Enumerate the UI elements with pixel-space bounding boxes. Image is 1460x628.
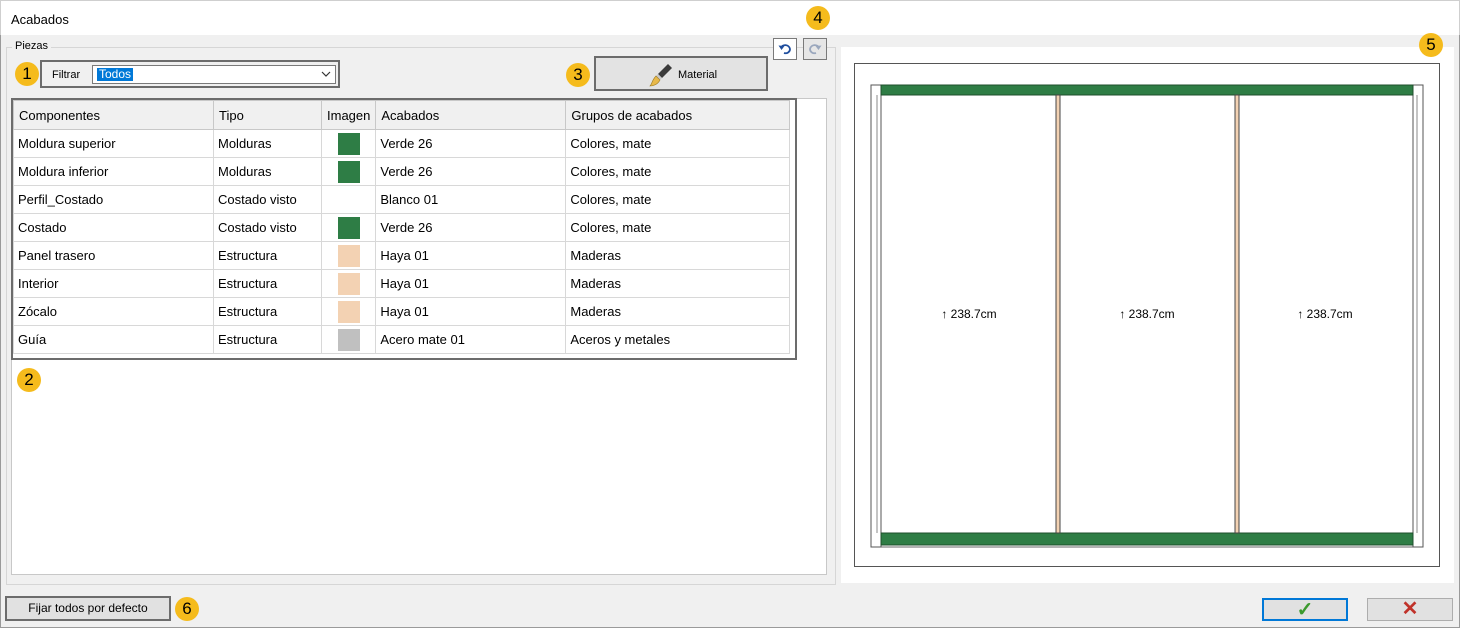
finish-group-cell: Maderas [565,297,791,326]
finish-group-cell: Colores, mate [565,213,791,242]
callout-badge-6: 6 [175,597,199,621]
type-cell: Costado visto [213,213,322,242]
table-row[interactable]: Zócalo Estructura Haya 01 Maderas [13,297,791,326]
column-header[interactable]: Grupos de acabados [565,100,791,130]
image-cell [320,297,377,326]
dimension-label: ↑ 238.7cm [1119,307,1174,321]
divider-right [1234,94,1240,534]
filter-box: Filtrar Todos [40,60,340,88]
finish-group-cell: Colores, mate [565,185,791,214]
table-row[interactable]: Costado Costado visto Verde 26 Colores, … [13,213,791,242]
divider-left [1055,94,1061,534]
component-cell: Moldura superior [13,129,214,158]
component-cell: Interior [13,269,214,298]
filter-label: Filtrar [52,69,81,81]
finish-cell[interactable]: Blanco 01 [375,185,567,214]
type-cell: Molduras [213,157,322,186]
image-cell [320,213,377,242]
undo-icon [778,44,791,55]
column-header[interactable]: Tipo [213,100,322,130]
material-button-label: Material [678,69,718,81]
finish-swatch [337,300,360,323]
finish-group-cell: Maderas [565,241,791,270]
pieces-group-label: Piezas [12,40,52,52]
finish-cell[interactable]: Haya 01 [375,269,567,298]
paintbrush-icon [649,64,672,87]
finish-cell[interactable]: Verde 26 [375,213,567,242]
image-cell [320,185,377,214]
dimension-label: ↑ 238.7cm [1297,307,1352,321]
set-all-defaults-button[interactable]: Fijar todos por defecto [5,596,171,621]
column-header[interactable]: Imagen [320,100,377,130]
finish-swatch [337,328,360,351]
column-header[interactable]: Acabados [375,100,567,130]
furniture-preview[interactable]: ↑ 238.7cm ↑ 238.7cm ↑ 238.7cm [841,47,1454,583]
callout-badge-3: 3 [566,63,590,87]
image-cell [320,129,377,158]
left-side-panel [870,84,882,548]
ok-button[interactable]: ✓ [1262,598,1348,621]
undo-button[interactable] [773,38,797,60]
table-row[interactable]: Moldura inferior Molduras Verde 26 Color… [13,157,791,186]
type-cell: Estructura [213,297,322,326]
type-cell: Costado visto [213,185,322,214]
finish-group-cell: Aceros y metales [565,325,791,354]
type-cell: Molduras [213,129,322,158]
image-cell [320,157,377,186]
material-button[interactable]: Material [594,56,768,91]
component-cell: Moldura inferior [13,157,214,186]
finish-cell[interactable]: Verde 26 [375,157,567,186]
component-cell: Costado [13,213,214,242]
redo-icon [809,44,822,55]
callout-badge-1: 1 [15,62,39,86]
callout-badge-2: 2 [17,368,41,392]
filter-dropdown[interactable]: Todos [92,65,336,84]
finish-cell[interactable]: Verde 26 [375,129,567,158]
table-header-row: Componentes Tipo Imagen Acabados Grupos … [13,100,791,130]
finish-swatch [337,216,360,239]
finish-group-cell: Colores, mate [565,157,791,186]
table-row[interactable]: Panel trasero Estructura Haya 01 Maderas [13,241,791,270]
finish-cell[interactable]: Haya 01 [375,241,567,270]
finish-swatch [337,160,360,183]
table-row[interactable]: Interior Estructura Haya 01 Maderas [13,269,791,298]
finish-cell[interactable]: Haya 01 [375,297,567,326]
filter-selected-value: Todos [97,67,134,81]
component-cell: Zócalo [13,297,214,326]
cancel-button[interactable]: ✕ [1367,598,1453,621]
type-cell: Estructura [213,241,322,270]
window-title: Acabados [11,12,69,27]
image-cell [320,241,377,270]
finish-swatch [337,272,360,295]
finish-group-cell: Maderas [565,269,791,298]
right-side-panel [1412,84,1424,548]
finish-swatch [337,188,360,211]
component-cell: Guía [13,325,214,354]
component-cell: Perfil_Costado [13,185,214,214]
finish-cell[interactable]: Acero mate 01 [375,325,567,354]
checkmark-icon: ✓ [1296,599,1314,621]
dimension-label: ↑ 238.7cm [941,307,996,321]
finish-swatch [337,132,360,155]
close-icon: ✕ [1401,598,1419,620]
table-row[interactable]: Moldura superior Molduras Verde 26 Color… [13,129,791,158]
finish-group-cell: Colores, mate [565,129,791,158]
top-molding [880,84,1414,96]
chevron-down-icon [321,67,331,84]
title-bar: Acabados [0,0,1460,35]
table-row[interactable]: Perfil_Costado Costado visto Blanco 01 C… [13,185,791,214]
callout-badge-5: 5 [1419,33,1443,57]
type-cell: Estructura [213,325,322,354]
callout-badge-4: 4 [806,6,830,30]
bottom-molding [880,532,1414,546]
column-header[interactable]: Componentes [13,100,214,130]
redo-button[interactable] [803,38,827,60]
image-cell [320,269,377,298]
type-cell: Estructura [213,269,322,298]
component-cell: Panel trasero [13,241,214,270]
image-cell [320,325,377,354]
finish-swatch [337,244,360,267]
table-row[interactable]: Guía Estructura Acero mate 01 Aceros y m… [13,325,791,354]
components-table: Componentes Tipo Imagen Acabados Grupos … [13,100,791,354]
